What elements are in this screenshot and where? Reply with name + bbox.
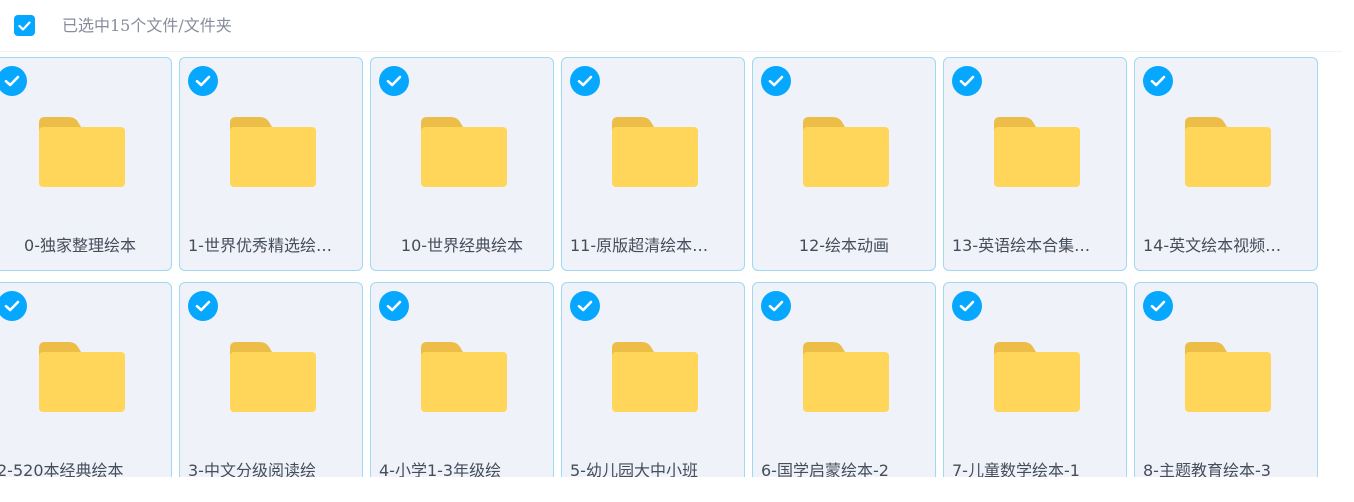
selected-check-icon[interactable] <box>188 291 218 321</box>
folder-icon <box>994 342 1080 412</box>
checkmark-icon <box>195 300 211 312</box>
checkmark-icon <box>959 75 975 87</box>
folder-name: 3-中文分级阅读绘 <box>188 461 316 477</box>
folder-name: 1-世界优秀精选绘… <box>188 236 332 255</box>
folder-tile[interactable]: 1-世界优秀精选绘… <box>179 57 363 271</box>
checkmark-icon <box>18 20 31 31</box>
checkmark-icon <box>959 300 975 312</box>
checkmark-icon <box>386 75 402 87</box>
folder-tile[interactable]: 5-幼儿园大中小班 <box>561 282 745 477</box>
folder-icon <box>39 342 125 412</box>
folder-tile[interactable]: 4-小学1-3年级绘 <box>370 282 554 477</box>
folder-name: 2-520本经典绘本 <box>0 461 124 477</box>
folder-name: 14-英文绘本视频… <box>1143 236 1282 255</box>
folder-icon <box>230 342 316 412</box>
folder-tile[interactable]: 10-世界经典绘本 <box>370 57 554 271</box>
folder-tile[interactable]: 13-英语绘本合集… <box>943 57 1127 271</box>
selected-check-icon[interactable] <box>570 291 600 321</box>
selection-toolbar: 已选中15个文件/文件夹 <box>0 0 1342 52</box>
file-grid: 0-独家整理绘本 1-世界优秀精选绘… 10-世界经典绘本 11-原版超清绘本… 12-… <box>0 57 1318 477</box>
folder-icon <box>994 117 1080 187</box>
folder-name: 8-主题教育绘本-3 <box>1143 461 1271 477</box>
selected-check-icon[interactable] <box>0 291 27 321</box>
folder-icon <box>1185 342 1271 412</box>
folder-tile[interactable]: 12-绘本动画 <box>752 57 936 271</box>
checkmark-icon <box>386 300 402 312</box>
folder-name: 10-世界经典绘本 <box>400 236 524 255</box>
selected-check-icon[interactable] <box>570 66 600 96</box>
checkmark-icon <box>4 300 20 312</box>
checkmark-icon <box>1150 300 1166 312</box>
checkmark-icon <box>577 300 593 312</box>
checkmark-icon <box>768 75 784 87</box>
folder-tile[interactable]: 8-主题教育绘本-3 <box>1134 282 1318 477</box>
selected-check-icon[interactable] <box>952 291 982 321</box>
folder-name: 12-绘本动画 <box>798 236 890 255</box>
folder-icon <box>612 117 698 187</box>
folder-tile[interactable]: 14-英文绘本视频… <box>1134 57 1318 271</box>
checkmark-icon <box>768 300 784 312</box>
folder-name: 11-原版超清绘本… <box>570 236 709 255</box>
folder-name: 0-独家整理绘本 <box>24 236 136 255</box>
folder-name: 13-英语绘本合集… <box>952 236 1091 255</box>
folder-icon <box>230 117 316 187</box>
folder-tile[interactable]: 7-儿童数学绘本-1 <box>943 282 1127 477</box>
selected-check-icon[interactable] <box>761 291 791 321</box>
folder-icon <box>612 342 698 412</box>
checkmark-icon <box>1150 75 1166 87</box>
selection-count-label: 已选中15个文件/文件夹 <box>62 16 232 35</box>
folder-icon <box>1185 117 1271 187</box>
folder-icon <box>421 342 507 412</box>
folder-tile[interactable]: 2-520本经典绘本 <box>0 282 172 477</box>
file-grid-viewport: 0-独家整理绘本 1-世界优秀精选绘… 10-世界经典绘本 11-原版超清绘本… 12-… <box>0 52 1342 477</box>
selected-check-icon[interactable] <box>0 66 27 96</box>
folder-name: 5-幼儿园大中小班 <box>570 461 698 477</box>
selected-check-icon[interactable] <box>952 66 982 96</box>
select-all-checkbox[interactable] <box>14 15 35 36</box>
folder-icon <box>421 117 507 187</box>
folder-icon <box>39 117 125 187</box>
checkmark-icon <box>4 75 20 87</box>
folder-name: 4-小学1-3年级绘 <box>379 461 502 477</box>
selected-check-icon[interactable] <box>1143 66 1173 96</box>
folder-icon <box>803 342 889 412</box>
folder-name: 6-国学启蒙绘本-2 <box>761 461 889 477</box>
selected-check-icon[interactable] <box>761 66 791 96</box>
selected-check-icon[interactable] <box>379 66 409 96</box>
folder-tile[interactable]: 3-中文分级阅读绘 <box>179 282 363 477</box>
folder-tile[interactable]: 6-国学启蒙绘本-2 <box>752 282 936 477</box>
folder-name: 7-儿童数学绘本-1 <box>952 461 1080 477</box>
checkmark-icon <box>577 75 593 87</box>
checkmark-icon <box>195 75 211 87</box>
selected-check-icon[interactable] <box>1143 291 1173 321</box>
folder-tile[interactable]: 11-原版超清绘本… <box>561 57 745 271</box>
folder-tile[interactable]: 0-独家整理绘本 <box>0 57 172 271</box>
selected-check-icon[interactable] <box>188 66 218 96</box>
selected-check-icon[interactable] <box>379 291 409 321</box>
folder-icon <box>803 117 889 187</box>
